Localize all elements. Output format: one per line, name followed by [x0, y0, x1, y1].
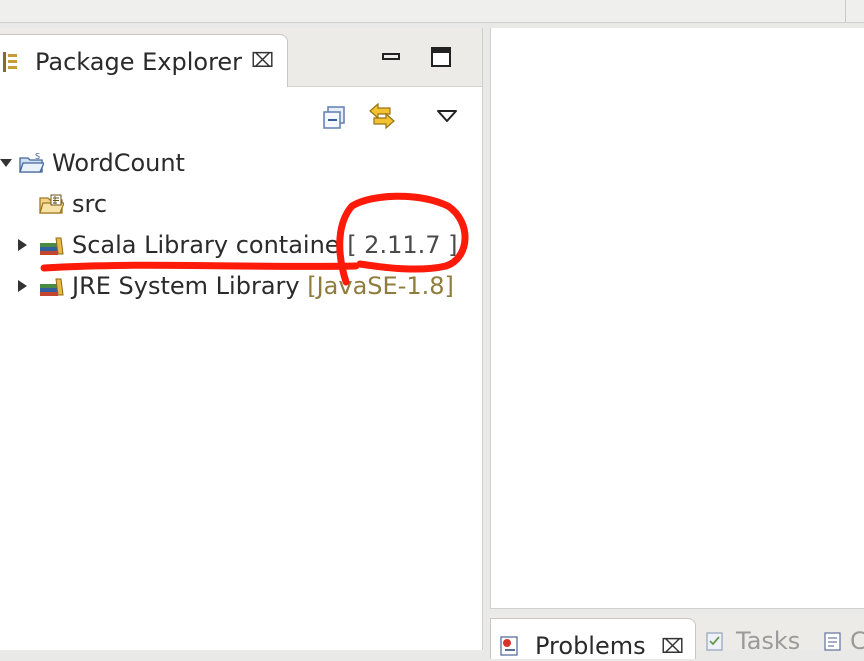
tab-package-explorer[interactable]: Package Explorer ⌧ [0, 34, 288, 87]
maximize-icon[interactable] [430, 46, 452, 68]
tree-item-label: WordCount [52, 149, 185, 177]
tree-item-jre-system-library[interactable]: JRE System Library [JavaSE-1.8] [0, 267, 480, 303]
tree-item-label: JRE System Library [72, 272, 300, 300]
problems-icon [500, 636, 518, 656]
collapsed-arrow-icon[interactable] [16, 238, 28, 252]
version-decoration: [JavaSE-1.8] [307, 272, 454, 300]
version-decoration: [ 2.11.7 ] [347, 231, 458, 259]
tab-problems[interactable]: Problems ⌧ [490, 618, 696, 660]
collapse-all-icon[interactable] [322, 106, 346, 130]
minimize-icon[interactable] [380, 48, 402, 70]
tree-item-src[interactable]: src [0, 185, 480, 221]
close-icon[interactable]: ⌧ [661, 635, 684, 657]
view-menu-icon[interactable] [436, 108, 458, 124]
editor-area [490, 28, 864, 609]
view-toolbar [0, 86, 482, 136]
bottom-view-tab-strip: Problems ⌧ Tasks C [490, 614, 864, 660]
library-icon [40, 278, 64, 296]
library-icon [40, 237, 64, 255]
tree-item-label: Scala Library containe [72, 231, 340, 259]
tree-item-text: JRE System Library [JavaSE-1.8] [72, 271, 454, 301]
tree-item-label: src [72, 190, 108, 218]
svg-text:S: S [35, 152, 40, 161]
link-with-editor-icon[interactable] [366, 100, 398, 132]
collapsed-arrow-icon[interactable] [16, 279, 28, 293]
scala-project-icon: S [19, 152, 44, 173]
package-explorer-view: Package Explorer ⌧ S WordCount src Scala… [0, 28, 483, 650]
source-folder-icon [39, 194, 64, 214]
view-tab-strip: Package Explorer ⌧ [0, 28, 482, 87]
view-title: Package Explorer [35, 48, 243, 76]
tab-label: Tasks [736, 627, 801, 655]
tasks-icon [706, 632, 723, 651]
package-explorer-icon [3, 52, 17, 72]
tab-console[interactable]: C [818, 614, 864, 655]
tab-label: C [850, 627, 864, 655]
console-icon [824, 632, 841, 651]
tab-tasks[interactable]: Tasks [698, 614, 818, 655]
tree-item-scala-library[interactable]: Scala Library containe [ 2.11.7 ] [0, 226, 480, 262]
top-bar-separator [845, 0, 846, 22]
top-window-bar [0, 0, 864, 23]
tree-item-wordcount[interactable]: S WordCount [0, 144, 480, 180]
close-icon[interactable]: ⌧ [251, 49, 274, 71]
expand-arrow-icon[interactable] [0, 156, 12, 170]
tree-item-text: Scala Library containe [ 2.11.7 ] [72, 230, 458, 260]
tab-label: Problems [535, 632, 646, 660]
